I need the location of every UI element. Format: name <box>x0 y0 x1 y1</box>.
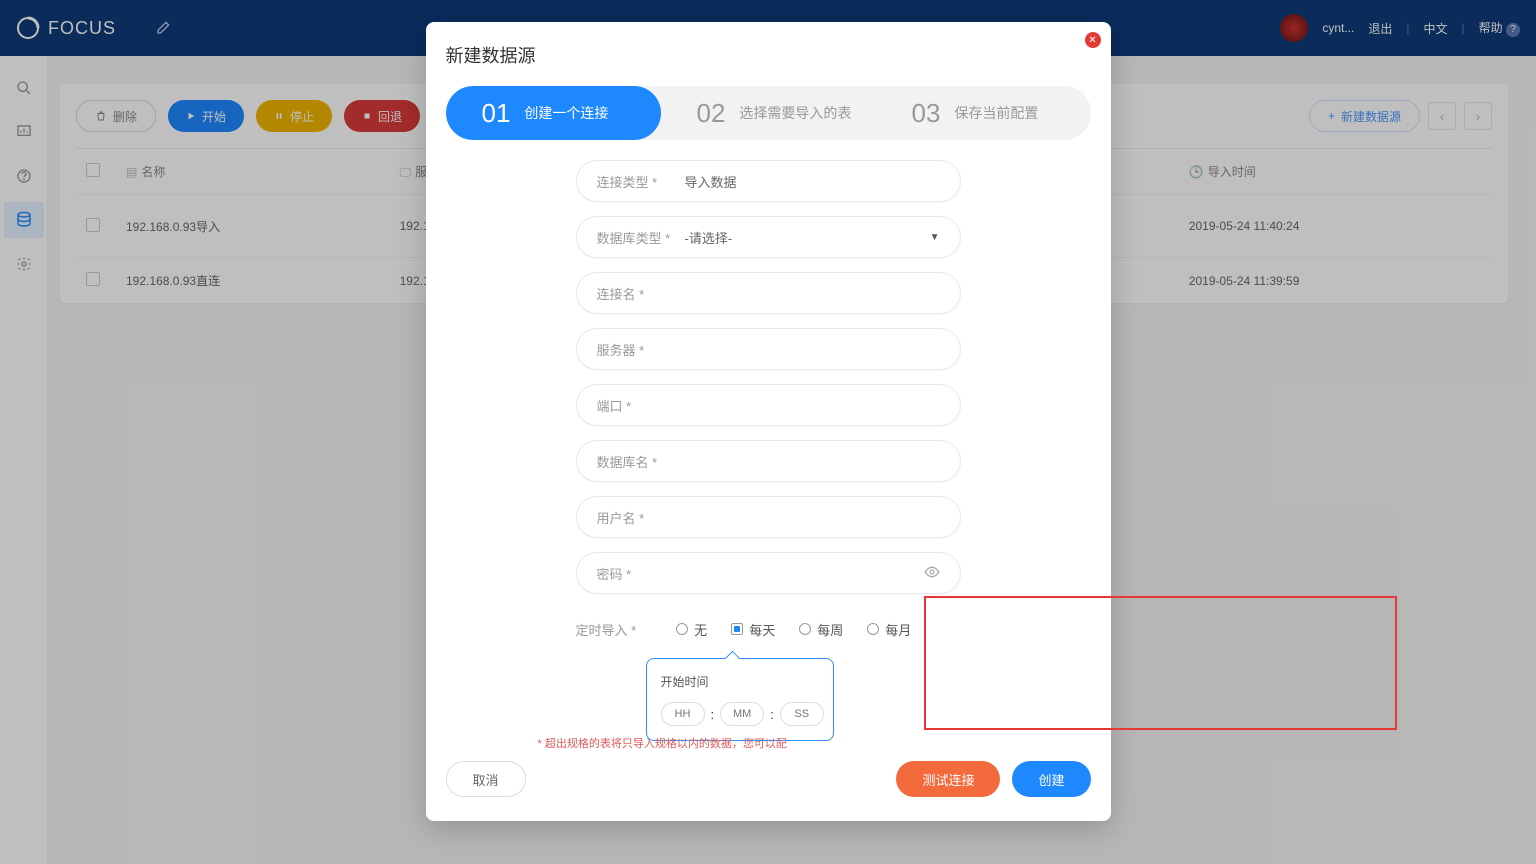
test-connection-button[interactable]: 测试连接 <box>896 761 1000 797</box>
schedule-daily[interactable]: 每天 <box>731 620 775 639</box>
schedule-row: 定时导入 * 无 每天 每周 每月 <box>576 608 961 650</box>
stepper: 01 创建一个连接 02 选择需要导入的表 03 保存当前配置 <box>446 86 1091 140</box>
schedule-monthly[interactable]: 每月 <box>867 620 911 639</box>
eye-icon[interactable] <box>924 564 940 583</box>
step-1[interactable]: 01 创建一个连接 <box>446 86 661 140</box>
step-3[interactable]: 03 保存当前配置 <box>876 86 1091 140</box>
username-field[interactable]: 用户名 * <box>576 496 961 538</box>
db-type-field[interactable]: 数据库类型 * -请选择- ▼ <box>576 216 961 258</box>
warning-text: * 超出规格的表将只导入规格以内的数据，您可以配 <box>538 735 787 751</box>
schedule-weekly[interactable]: 每周 <box>799 620 843 639</box>
dbname-field[interactable]: 数据库名 * <box>576 440 961 482</box>
server-field[interactable]: 服务器 * <box>576 328 961 370</box>
new-datasource-modal: ✕ 新建数据源 01 创建一个连接 02 选择需要导入的表 03 保存当前配置 … <box>426 22 1111 821</box>
time-popover: 开始时间 : : <box>646 658 834 741</box>
time-ss-input[interactable] <box>780 702 824 726</box>
step-2[interactable]: 02 选择需要导入的表 <box>661 86 876 140</box>
password-field[interactable]: 密码 * <box>576 552 961 594</box>
conn-name-field[interactable]: 连接名 * <box>576 272 961 314</box>
time-hh-input[interactable] <box>661 702 705 726</box>
time-mm-input[interactable] <box>720 702 764 726</box>
cancel-button[interactable]: 取消 <box>446 761 526 797</box>
modal-title: 新建数据源 <box>446 42 1091 68</box>
create-button[interactable]: 创建 <box>1012 761 1090 797</box>
schedule-none[interactable]: 无 <box>676 620 707 639</box>
modal-overlay: ✕ 新建数据源 01 创建一个连接 02 选择需要导入的表 03 保存当前配置 … <box>0 0 1536 864</box>
close-icon[interactable]: ✕ <box>1085 32 1101 48</box>
conn-type-field[interactable]: 连接类型 * 导入数据 <box>576 160 961 202</box>
port-field[interactable]: 端口 * <box>576 384 961 426</box>
chevron-down-icon: ▼ <box>930 232 940 243</box>
